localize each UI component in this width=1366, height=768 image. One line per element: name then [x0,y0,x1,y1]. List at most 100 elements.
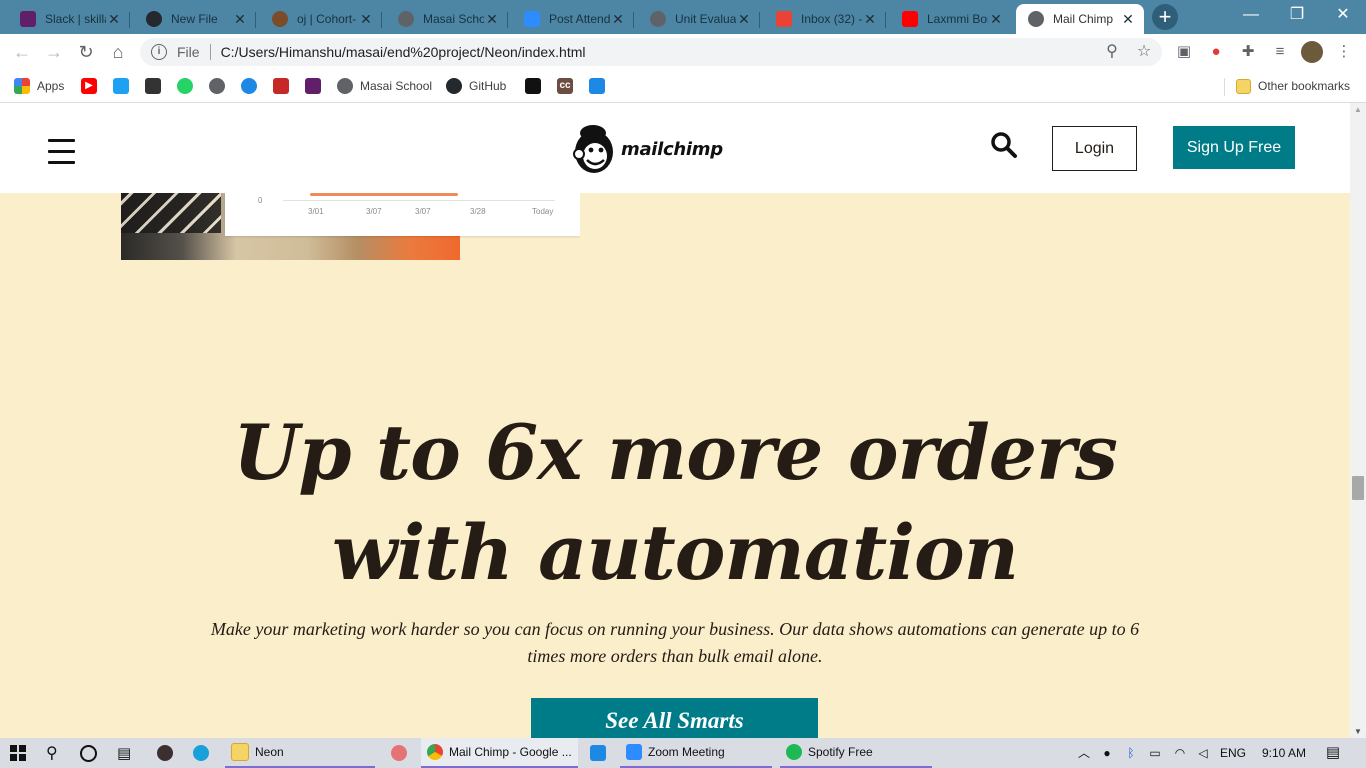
restore-button[interactable]: ❐ [1274,0,1320,32]
bookmark-codepen[interactable] [525,76,548,96]
close-icon[interactable]: ✕ [610,11,626,28]
search-icon[interactable]: ⚲ [46,738,58,768]
close-icon[interactable]: ✕ [736,11,752,28]
close-icon[interactable]: ✕ [1120,11,1136,28]
tab-mail-chimp[interactable]: Mail Chimp ✕ [1016,4,1144,34]
tab-slack[interactable]: Slack | skillathon ✕ [8,4,130,34]
bluetooth-icon[interactable]: ᛒ [1122,738,1140,768]
bookmark-calc[interactable] [145,76,168,96]
tab-oj-cohort[interactable]: oj | Cohort- ✕ [260,4,382,34]
scrollbar-thumb[interactable] [1352,476,1364,500]
hero-image: 0 3/01 3/07 3/07 3/28 Today [121,193,580,260]
vertical-scrollbar[interactable]: ▲ ▼ [1350,103,1366,738]
headline-line: with automation [332,508,1019,597]
close-window-button[interactable]: ✕ [1320,0,1366,32]
zoom-search-icon[interactable]: ⚲ [1102,42,1122,62]
globe-icon [209,78,225,94]
tab-inbox[interactable]: Inbox (32) - ✕ [764,4,886,34]
tab-post-attendance[interactable]: Post Attendance ✕ [512,4,634,34]
tab-laxmmi-bomb[interactable]: Laxmmi Bomb ✕ [890,4,1012,34]
omnibox[interactable]: i File C:/Users/Himanshu/masai/end%20pro… [140,38,1162,66]
bookmark-medal[interactable] [273,76,296,96]
bookmark-apps[interactable]: Apps [14,76,64,96]
bookmark-twitter[interactable] [113,76,136,96]
taskbar-app-chrome[interactable]: Mail Chimp - Google ... [421,738,578,768]
obs-icon[interactable] [157,738,173,768]
hero-chart-card: 0 3/01 3/07 3/07 3/28 Today [225,193,580,236]
forward-button[interactable]: → [42,40,66,64]
bookmark-whatsapp[interactable] [177,76,200,96]
puzzle-icon[interactable]: ✚ [1238,42,1258,62]
language-indicator[interactable]: ENG [1216,738,1250,768]
login-button[interactable]: Login [1052,126,1137,171]
chart-tick-label: 3/07 [415,207,431,216]
wifi-icon[interactable]: ◠ [1170,738,1190,768]
edge-icon[interactable] [193,738,209,768]
tab-masai-school[interactable]: Masai School ✕ [386,4,508,34]
start-button[interactable] [10,738,26,768]
volume-icon[interactable]: ◁ [1193,738,1213,768]
color-picker-icon[interactable]: ● [1206,42,1226,62]
bookmark-bird[interactable] [241,76,264,96]
chart-tick-label: 3/28 [470,207,486,216]
bookmark-github[interactable]: GitHub [446,76,506,96]
media-queue-icon[interactable]: ≡ [1270,42,1290,62]
microphone-icon[interactable]: ● [1098,738,1116,768]
reload-button[interactable]: ↻ [74,40,98,64]
url-text[interactable]: C:/Users/Himanshu/masai/end%20project/Ne… [221,44,586,60]
clock[interactable]: 9:10 AM [1256,738,1312,768]
taskbar-app-vscode[interactable] [584,738,614,768]
avatar[interactable] [1301,41,1323,63]
bookmark-flag[interactable] [589,76,612,96]
cortana-icon[interactable] [80,738,97,768]
bookmark-cc[interactable]: cc [557,76,580,96]
notifications-icon[interactable]: ▤ [1322,738,1344,768]
back-button[interactable]: ← [10,40,34,64]
chevron-up-icon[interactable]: ︿ [1074,738,1094,768]
taskbar-app-paint[interactable] [385,738,415,768]
mailchimp-logo[interactable]: mailchimp [573,124,723,174]
info-icon[interactable]: i [151,44,167,60]
scroll-up-arrow-icon[interactable]: ▲ [1354,105,1362,114]
tab-title: New File [171,12,218,26]
globe-icon [337,78,353,94]
search-icon[interactable] [990,131,1018,159]
bookmark-masai-school[interactable]: Masai School [337,76,432,96]
close-icon[interactable]: ✕ [862,11,878,28]
hamburger-menu-icon[interactable] [48,139,75,165]
whatsapp-icon [177,78,193,94]
taskbar-app-neon[interactable]: Neon [225,738,375,768]
globe-icon [650,11,666,27]
tab-title: Slack | skillathon [45,12,106,26]
minimize-button[interactable]: — [1228,0,1274,32]
scroll-down-arrow-icon[interactable]: ▼ [1354,727,1362,736]
tab-unit-evaluation[interactable]: Unit Evaluation ✕ [638,4,760,34]
chart-zero-label: 0 [258,196,263,205]
extension-icon[interactable]: ▣ [1174,42,1194,62]
home-button[interactable]: ⌂ [106,40,130,64]
spotify-icon [786,744,802,760]
codepen-icon [525,78,541,94]
menu-icon[interactable]: ⋮ [1334,42,1354,62]
close-icon[interactable]: ✕ [232,11,248,28]
bookmark-globe[interactable] [209,76,232,96]
section-headline: Up to 6x more orders with automation [0,403,1350,603]
other-bookmarks[interactable]: Other bookmarks [1236,76,1350,96]
close-icon[interactable]: ✕ [484,11,500,28]
close-icon[interactable]: ✕ [106,11,122,28]
star-icon[interactable]: ☆ [1134,42,1154,62]
battery-icon[interactable]: ▭ [1145,738,1165,768]
new-tab-button[interactable]: + [1151,4,1179,30]
taskbar-app-zoom[interactable]: Zoom Meeting [620,738,772,768]
taskbar-app-spotify[interactable]: Spotify Free [780,738,932,768]
chart-line [310,193,458,196]
tab-new-file[interactable]: New File ✕ [134,4,256,34]
task-view-icon[interactable]: ▤ [117,738,131,768]
github-icon [446,78,462,94]
sign-up-free-button[interactable]: Sign Up Free [1173,126,1295,169]
close-icon[interactable]: ✕ [358,11,374,28]
close-icon[interactable]: ✕ [988,11,1004,28]
see-all-smarts-button[interactable]: See All Smarts [531,698,818,738]
bookmark-youtube[interactable]: ▶ [81,76,104,96]
bookmark-slack[interactable] [305,76,328,96]
